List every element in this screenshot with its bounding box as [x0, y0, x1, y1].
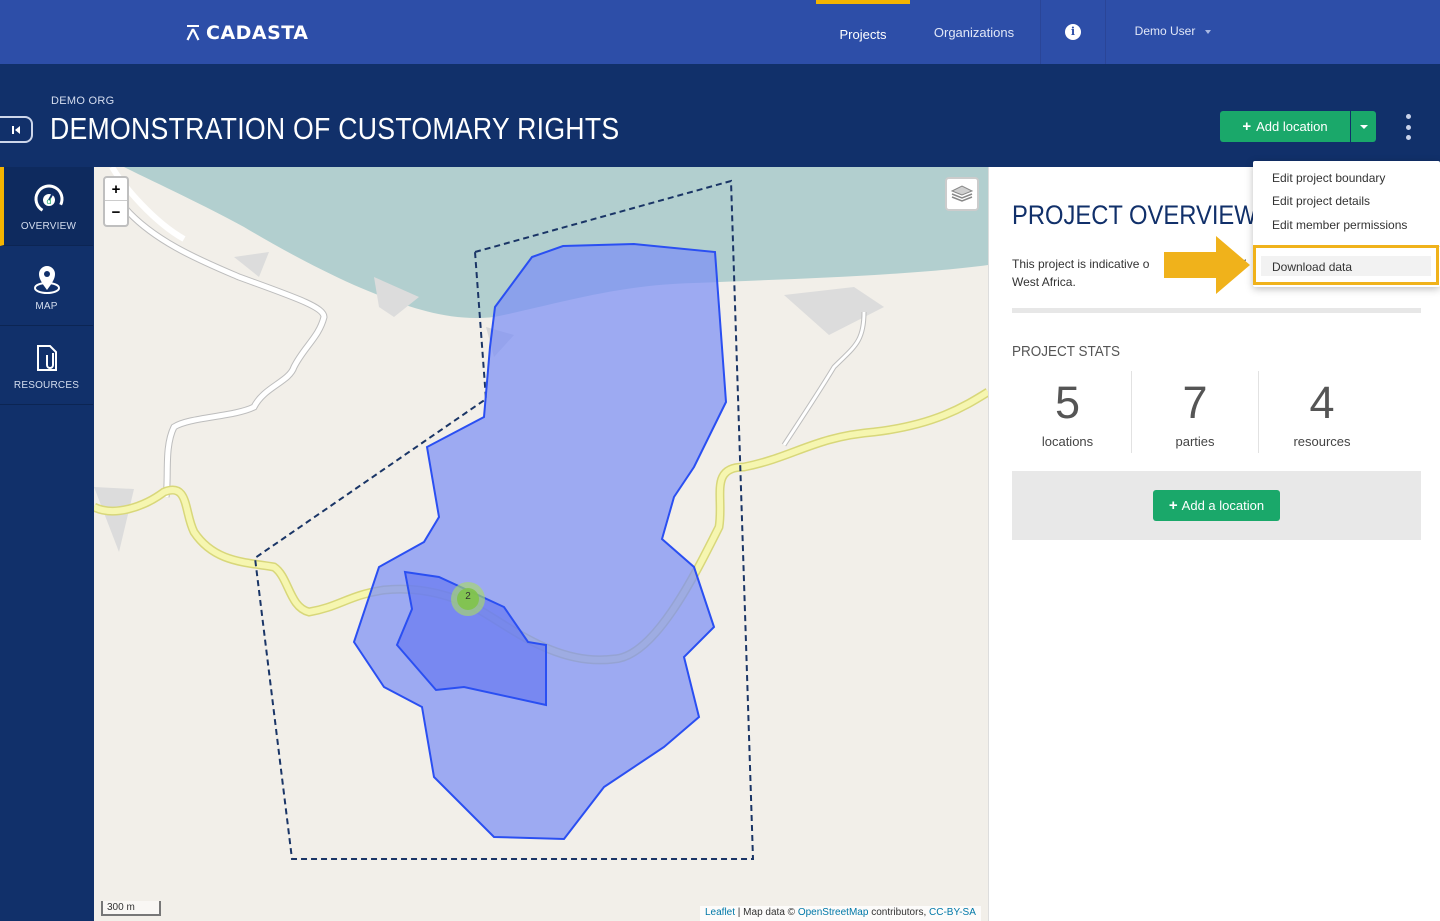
osm-link[interactable]: OpenStreetMap — [798, 907, 869, 918]
menu-item-download-data[interactable]: Download data — [1272, 260, 1352, 274]
cadasta-logo[interactable]: CADASTA — [186, 22, 309, 44]
map-attribution: Leaflet | Map data © OpenStreetMap contr… — [700, 906, 981, 921]
organization-name[interactable]: DEMO ORG — [51, 95, 115, 107]
sidebar-item-label: RESOURCES — [13, 380, 80, 391]
user-name: Demo User — [1134, 24, 1196, 38]
stat-resources[interactable]: 4 resources — [1258, 371, 1385, 453]
stat-label: parties — [1175, 434, 1215, 449]
sidebar-item-label: OVERVIEW — [20, 221, 77, 232]
map-scale: 300 m — [101, 901, 161, 916]
sidebar-item-resources[interactable]: RESOURCES — [0, 326, 93, 405]
stat-value: 7 — [1182, 377, 1208, 428]
map-pin-icon — [32, 262, 62, 296]
dashboard-icon: d — [33, 182, 65, 216]
add-a-location-button[interactable]: + Add a location — [1153, 490, 1280, 521]
attribution-text: | Map data © — [735, 907, 798, 918]
description-line-2: West Africa. — [1012, 275, 1076, 289]
plus-icon: + — [1242, 118, 1252, 135]
attribution-text: contributors, — [868, 907, 930, 918]
add-location-dropdown-toggle[interactable] — [1351, 111, 1376, 142]
layers-icon — [950, 185, 974, 202]
stat-label: resources — [1293, 434, 1351, 449]
license-link[interactable]: CC-BY-SA — [929, 907, 976, 918]
zoom-in-button[interactable]: + — [105, 178, 127, 201]
brand-name: CADASTA — [206, 22, 309, 44]
document-clip-icon — [34, 341, 60, 375]
add-location-split-button: + Add location — [1220, 111, 1376, 142]
info-circle-icon: i — [1065, 24, 1081, 40]
nav-projects[interactable]: Projects — [816, 0, 910, 64]
cadasta-logo-icon — [186, 25, 200, 41]
nav-info[interactable]: i — [1040, 0, 1106, 64]
stat-value: 4 — [1309, 377, 1335, 428]
chevron-down-icon — [1359, 124, 1368, 129]
stat-locations[interactable]: 5 locations — [1004, 371, 1131, 453]
download-data-highlight: Download data — [1253, 245, 1439, 285]
plus-icon: + — [1168, 497, 1178, 514]
map-canvas — [94, 167, 988, 860]
add-location-button[interactable]: + Add location — [1220, 111, 1350, 142]
add-location-box: + Add a location — [1012, 471, 1421, 540]
add-a-location-label: Add a location — [1181, 498, 1265, 513]
stat-value: 5 — [1054, 377, 1081, 428]
sidebar-item-overview[interactable]: d OVERVIEW — [0, 167, 93, 246]
collapse-icon — [11, 125, 20, 134]
menu-item-edit-permissions[interactable]: Edit member permissions — [1272, 218, 1407, 232]
zoom-out-button[interactable]: − — [105, 201, 127, 224]
stat-parties[interactable]: 7 parties — [1131, 371, 1258, 453]
overview-title: PROJECT OVERVIEW — [1012, 200, 1257, 230]
user-menu[interactable]: Demo User — [1108, 0, 1238, 63]
project-map[interactable]: 2 + − 300 m Leaflet | Map data © OpenStr… — [94, 167, 988, 921]
chevron-down-icon — [1205, 30, 1212, 34]
collapse-sidebar-button[interactable] — [0, 116, 33, 143]
description-line-1: This project is indicative o — [1012, 257, 1150, 271]
menu-item-edit-details[interactable]: Edit project details — [1272, 194, 1370, 208]
callout-arrow-icon — [1164, 236, 1250, 294]
leaflet-link[interactable]: Leaflet — [705, 907, 735, 918]
svg-text:d: d — [46, 197, 51, 206]
divider — [1012, 308, 1421, 313]
stats-title: PROJECT STATS — [1012, 343, 1121, 360]
top-navbar: CADASTA Projects Organizations i Demo Us… — [0, 0, 1440, 64]
cluster-count[interactable]: 2 — [462, 591, 474, 602]
sidebar-item-label: MAP — [35, 301, 58, 312]
stat-label: locations — [1041, 434, 1094, 449]
layers-button[interactable] — [945, 177, 979, 211]
add-location-label: Add location — [1256, 119, 1328, 134]
zoom-control: + − — [103, 176, 129, 227]
nav-organizations[interactable]: Organizations — [910, 0, 1038, 64]
project-sidebar: d OVERVIEW MAP RESOURCES — [0, 167, 94, 921]
page-title: DEMONSTRATION OF CUSTOMARY RIGHTS — [50, 111, 620, 146]
menu-item-edit-boundary[interactable]: Edit project boundary — [1272, 171, 1385, 185]
more-options-icon[interactable] — [1401, 114, 1415, 140]
sidebar-item-map[interactable]: MAP — [0, 247, 93, 326]
